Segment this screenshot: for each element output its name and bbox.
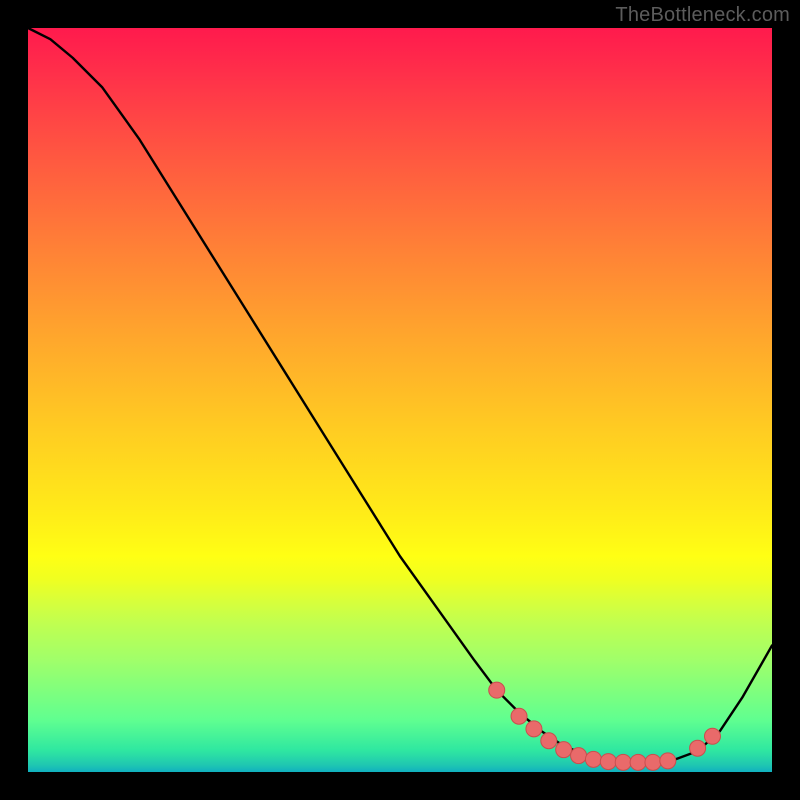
- marker-point: [541, 733, 557, 749]
- marker-point: [556, 742, 572, 758]
- marker-point: [511, 708, 527, 724]
- marker-point: [704, 728, 720, 744]
- marker-point: [585, 751, 601, 767]
- marker-point: [615, 754, 631, 770]
- marker-point: [660, 753, 676, 769]
- curve-svg: [28, 28, 772, 772]
- plot-area: [28, 28, 772, 772]
- bottleneck-curve: [28, 28, 772, 762]
- marker-group: [489, 682, 721, 770]
- marker-point: [489, 682, 505, 698]
- marker-point: [645, 754, 661, 770]
- watermark-text: TheBottleneck.com: [615, 4, 790, 27]
- marker-point: [600, 754, 616, 770]
- marker-point: [571, 748, 587, 764]
- marker-point: [690, 740, 706, 756]
- chart-frame: TheBottleneck.com: [0, 0, 800, 800]
- marker-point: [630, 754, 646, 770]
- marker-point: [526, 721, 542, 737]
